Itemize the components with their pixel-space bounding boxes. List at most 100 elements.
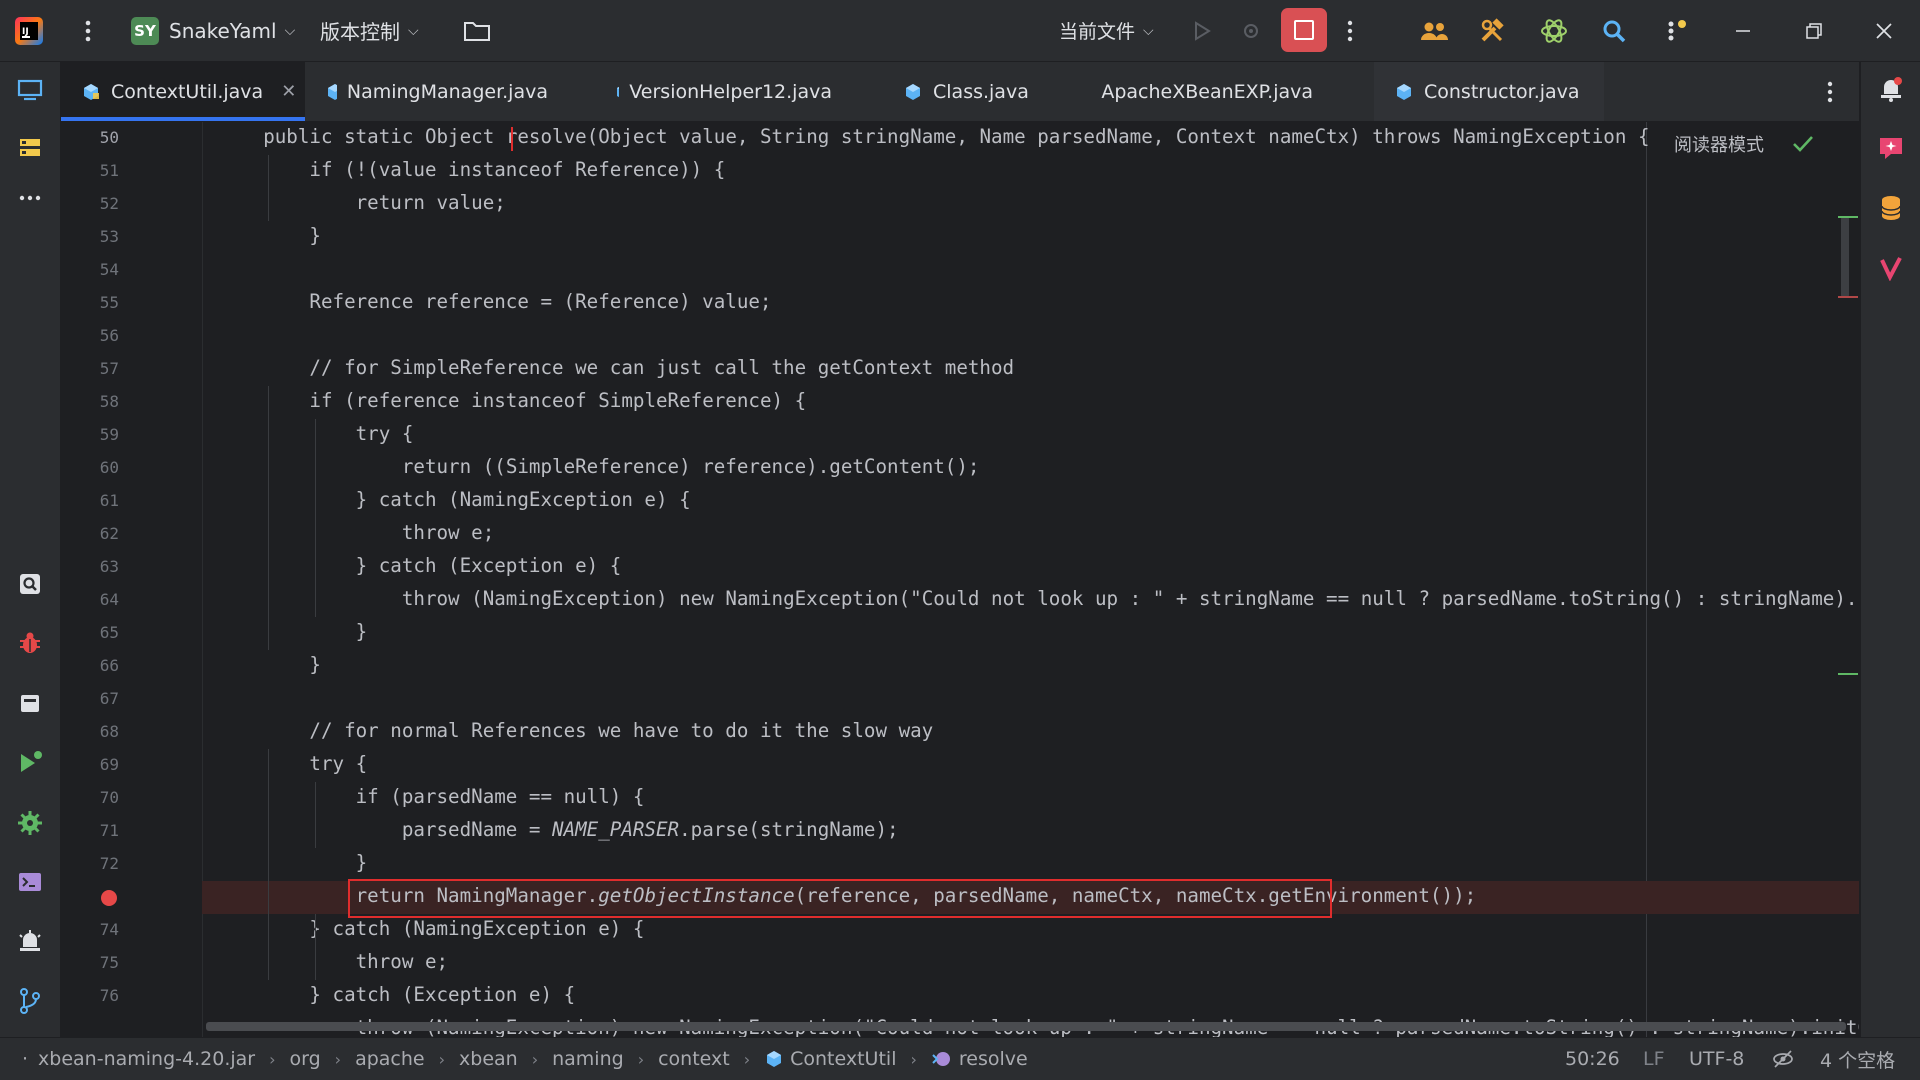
code-line[interactable]: } catch (Exception e) { <box>217 554 1859 577</box>
tab-class[interactable]: Class.java <box>883 62 1048 121</box>
breadcrumb-item[interactable]: context <box>658 1048 730 1070</box>
line-number[interactable]: 62 <box>61 524 119 543</box>
line-number[interactable]: 75 <box>61 953 119 972</box>
restore-button[interactable] <box>1804 0 1824 61</box>
project-tool-button[interactable] <box>13 73 47 107</box>
horizontal-scrollbar[interactable] <box>206 1022 1846 1031</box>
ide-logo[interactable]: IJ <box>14 0 44 61</box>
run-more-button[interactable] <box>1345 0 1355 61</box>
open-folder-button[interactable] <box>463 0 491 61</box>
minimize-button[interactable] <box>1733 0 1753 61</box>
updates-button[interactable] <box>1664 0 1690 61</box>
line-number[interactable]: 74 <box>61 920 119 939</box>
line-number[interactable]: 66 <box>61 656 119 675</box>
code-line[interactable]: if (reference instanceof SimpleReference… <box>217 389 1859 412</box>
code-line[interactable]: throw (NamingException) new NamingExcept… <box>217 587 1859 610</box>
settings-tool-button[interactable] <box>13 806 47 840</box>
breadcrumb-item[interactable]: apache <box>355 1048 425 1070</box>
find-tool-button[interactable] <box>13 567 47 601</box>
breadcrumb-item[interactable]: xbean-naming-4.20.jar <box>38 1048 255 1070</box>
run-config-selector[interactable]: 当前文件 ⌵ <box>1059 0 1154 61</box>
line-number[interactable]: 70 <box>61 788 119 807</box>
debug-button[interactable] <box>1240 0 1262 61</box>
line-ending[interactable]: LF <box>1643 1038 1665 1080</box>
vertical-scrollbar[interactable] <box>1841 217 1849 297</box>
line-number[interactable]: 53 <box>61 227 119 246</box>
tab-constructor[interactable]: Constructor.java <box>1374 62 1604 121</box>
line-number[interactable]: 63 <box>61 557 119 576</box>
code-line[interactable]: try { <box>217 422 1859 445</box>
code-line[interactable]: if (!(value instanceof Reference)) { <box>217 158 1859 181</box>
stop-button[interactable] <box>1281 8 1327 52</box>
debug-tool-button[interactable] <box>13 626 47 660</box>
run-tool-button[interactable] <box>13 746 47 780</box>
project-selector[interactable]: SY SnakeYaml ⌵ <box>131 0 295 61</box>
line-number[interactable]: 54 <box>61 260 119 279</box>
breadcrumb-item[interactable]: xbean <box>459 1048 518 1070</box>
problems-tool-button[interactable] <box>13 925 47 959</box>
line-number[interactable]: 76 <box>61 986 119 1005</box>
run-button[interactable] <box>1192 0 1212 61</box>
line-number[interactable]: 64 <box>61 590 119 609</box>
reader-mode-toggle[interactable]: 阅读器模式 <box>1674 131 1764 157</box>
close-window-button[interactable] <box>1874 0 1894 61</box>
ai-chat-button[interactable] <box>1874 131 1908 165</box>
breadcrumb-item[interactable]: naming <box>552 1048 624 1070</box>
line-number[interactable]: 55 <box>61 293 119 312</box>
code-line[interactable]: } catch (Exception e) { <box>217 983 1859 1006</box>
breadcrumb-item[interactable]: org <box>290 1048 321 1070</box>
line-number[interactable]: 52 <box>61 194 119 213</box>
line-number[interactable]: 58 <box>61 392 119 411</box>
line-number[interactable]: 59 <box>61 425 119 444</box>
code-line[interactable]: if (parsedName == null) { <box>217 785 1859 808</box>
code-line[interactable]: return value; <box>217 191 1859 214</box>
readonly-toggle[interactable] <box>1772 1038 1794 1080</box>
code-editor[interactable]: 50 51 52 53 54 55 56 57 58 59 60 61 62 63 64 65 66 67 68 69… <box>61 122 1859 1037</box>
code-line[interactable]: } catch (NamingException e) { <box>217 488 1859 511</box>
code-line[interactable]: public static Object resolve(Object valu… <box>217 125 1859 148</box>
ai-assistant-button[interactable] <box>1539 0 1569 61</box>
line-number[interactable]: 71 <box>61 821 119 840</box>
line-number[interactable]: 57 <box>61 359 119 378</box>
code-line[interactable]: throw e; <box>217 521 1859 544</box>
line-number[interactable]: 51 <box>61 161 119 180</box>
code-line[interactable]: Reference reference = (Reference) value; <box>217 290 1859 313</box>
git-tool-button[interactable] <box>13 984 47 1018</box>
line-number[interactable]: 68 <box>61 722 119 741</box>
line-number[interactable]: 67 <box>61 689 119 708</box>
search-everywhere-button[interactable] <box>1601 0 1627 61</box>
code-line[interactable]: try { <box>217 752 1859 775</box>
code-line[interactable]: } <box>217 620 1859 643</box>
notifications-button[interactable] <box>1874 72 1908 106</box>
code-line[interactable]: return ((SimpleReference) reference).get… <box>217 455 1859 478</box>
breadcrumb-item[interactable]: ContextUtil <box>790 1048 896 1070</box>
code-line[interactable]: throw e; <box>217 950 1859 973</box>
code-line[interactable]: } <box>217 653 1859 676</box>
tab-namingmanager[interactable]: NamingManager.java <box>305 62 548 121</box>
vcs-menu[interactable]: 版本控制 ⌵ <box>320 0 419 61</box>
tab-versionhelper12[interactable]: VersionHelper12.java <box>594 62 832 121</box>
vue-plugin-button[interactable] <box>1874 251 1908 285</box>
caret-position[interactable]: 50:26 <box>1565 1038 1620 1080</box>
line-number[interactable]: 50 <box>61 128 119 147</box>
indent-setting[interactable]: 4 个空格 <box>1820 1038 1895 1080</box>
code-line[interactable]: } <box>217 224 1859 247</box>
build-tools-button[interactable] <box>1479 0 1507 61</box>
line-number[interactable]: 56 <box>61 326 119 345</box>
line-number[interactable]: 65 <box>61 623 119 642</box>
structure-tool-button[interactable] <box>13 131 47 165</box>
database-button[interactable] <box>1874 191 1908 225</box>
code-with-me-button[interactable] <box>1419 0 1449 61</box>
tab-actions-button[interactable] <box>1825 80 1835 108</box>
tab-contextutil[interactable]: ContextUtil.java ✕ <box>61 62 305 121</box>
line-number[interactable]: 61 <box>61 491 119 510</box>
code-line[interactable]: // for normal References we have to do i… <box>217 719 1859 742</box>
terminal-tool-button[interactable] <box>13 865 47 899</box>
services-tool-button[interactable] <box>13 686 47 720</box>
main-menu-button[interactable] <box>78 0 98 61</box>
close-tab-icon[interactable]: ✕ <box>281 81 296 102</box>
breakpoint-dot-icon[interactable] <box>101 890 117 906</box>
code-line[interactable]: } <box>217 851 1859 874</box>
line-number[interactable]: 69 <box>61 755 119 774</box>
more-tools-button[interactable] <box>13 181 47 215</box>
